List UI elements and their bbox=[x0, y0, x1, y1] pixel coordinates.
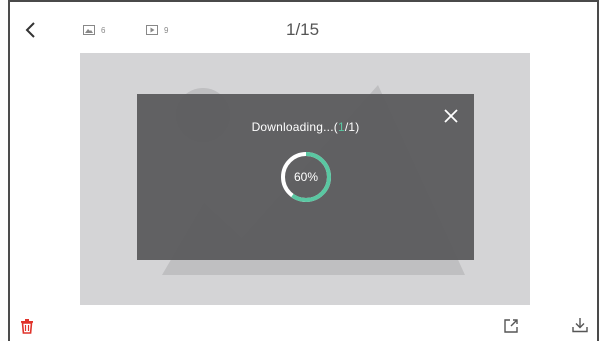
download-status: Downloading...(1/1) bbox=[137, 120, 474, 134]
play-icon bbox=[146, 25, 158, 35]
download-current-index: 1 bbox=[337, 120, 345, 134]
image-count-label: 6 bbox=[101, 25, 106, 35]
delete-button[interactable] bbox=[20, 318, 34, 334]
download-icon bbox=[572, 318, 588, 333]
download-button[interactable] bbox=[571, 316, 589, 334]
download-dialog: Downloading...(1/1) 60% bbox=[137, 94, 474, 260]
progress-label: 60% bbox=[293, 170, 319, 184]
share-icon bbox=[504, 319, 518, 333]
video-count-label: 9 bbox=[164, 25, 169, 35]
back-button[interactable] bbox=[23, 21, 39, 39]
chevron-left-icon bbox=[25, 22, 35, 38]
download-progress: 60% bbox=[280, 151, 332, 203]
close-icon bbox=[444, 109, 458, 123]
video-count[interactable]: 9 bbox=[146, 25, 168, 35]
trash-icon bbox=[21, 319, 33, 334]
close-button[interactable] bbox=[443, 108, 459, 124]
image-icon bbox=[83, 25, 95, 35]
share-button[interactable] bbox=[503, 318, 519, 334]
image-count[interactable]: 6 bbox=[83, 25, 105, 35]
download-status-suffix: /1) bbox=[344, 120, 360, 134]
download-status-prefix: Downloading...( bbox=[251, 120, 338, 134]
page-indicator: 1/15 bbox=[286, 20, 320, 39]
